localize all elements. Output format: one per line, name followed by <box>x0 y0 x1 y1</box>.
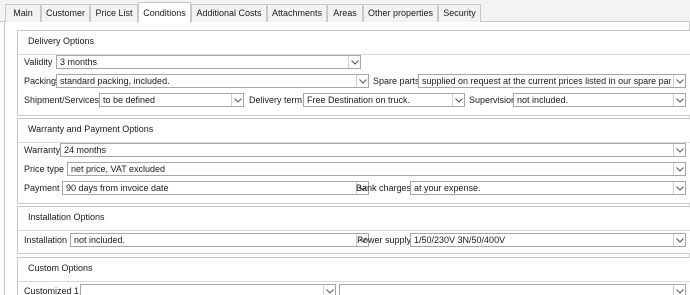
bank-charges-select[interactable]: at your expense. <box>410 181 686 195</box>
supervision-value: not included. <box>517 95 569 105</box>
supervision-select[interactable]: not included. <box>513 93 686 107</box>
payment-value: 90 days from invoice date <box>66 183 169 193</box>
installation-options-title: Installation Options <box>28 212 105 222</box>
installation-label: Installation <box>24 235 68 245</box>
spare-parts-select[interactable]: supplied on request at the current price… <box>418 74 686 88</box>
installation-options-group: Installation Options Installation not in… <box>17 206 690 254</box>
delivery-term-value: Free Destination on truck. <box>307 95 411 105</box>
tab-security[interactable]: Security <box>438 4 481 22</box>
chevron-down-icon[interactable] <box>673 234 685 246</box>
price-type-label: Price type <box>24 164 65 174</box>
customized-1-label: Customized 1 <box>24 286 80 295</box>
warranty-label: Warranty <box>24 145 61 155</box>
tab-additional-costs[interactable]: Additional Costs <box>191 4 267 22</box>
warranty-select[interactable]: 24 months <box>60 143 686 157</box>
power-supply-label: Power supply <box>357 235 412 245</box>
power-supply-select[interactable]: 1/50/230V 3N/50/400V <box>410 233 686 247</box>
group-separator <box>18 281 690 282</box>
delivery-options-title: Delivery Options <box>28 36 95 46</box>
power-supply-value: 1/50/230V 3N/50/400V <box>414 235 506 245</box>
chevron-down-icon[interactable] <box>673 182 685 194</box>
chevron-down-icon[interactable] <box>452 94 464 106</box>
tab-price-list[interactable]: Price List <box>90 4 138 22</box>
shipment-services-value: to be defined <box>103 95 156 105</box>
installation-value: not included. <box>74 235 126 245</box>
custom-options-group: Custom Options Customized 1 <box>17 257 690 295</box>
warranty-payment-group: Warranty and Payment Options Warranty 24… <box>17 118 690 204</box>
tab-customer[interactable]: Customer <box>41 4 90 22</box>
chevron-down-icon[interactable] <box>673 144 685 156</box>
chevron-down-icon[interactable] <box>323 285 335 295</box>
chevron-down-icon[interactable] <box>348 56 360 68</box>
payment-select[interactable]: 90 days from invoice date <box>62 181 369 195</box>
tab-bar: Main Customer Price List Conditions Addi… <box>0 0 690 23</box>
conditions-panel: Delivery Options Validity 3 months Packi… <box>4 22 690 295</box>
delivery-term-label: Delivery term <box>249 95 303 105</box>
tab-other-properties[interactable]: Other properties <box>363 4 438 22</box>
tab-main[interactable]: Main <box>5 4 41 22</box>
shipment-services-select[interactable]: to be defined <box>99 93 244 107</box>
group-separator <box>18 230 690 231</box>
chevron-down-icon[interactable] <box>356 75 368 87</box>
validity-select[interactable]: 3 months <box>56 55 361 69</box>
customized-1-select[interactable] <box>80 284 336 295</box>
customized-1-extra-select[interactable] <box>339 284 686 295</box>
warranty-payment-title: Warranty and Payment Options <box>28 124 154 134</box>
chevron-down-icon[interactable] <box>231 94 243 106</box>
delivery-options-group: Delivery Options Validity 3 months Packi… <box>17 30 690 116</box>
tab-attachments[interactable]: Attachments <box>267 4 327 22</box>
tab-areas[interactable]: Areas <box>327 4 363 22</box>
packing-value: standard packing, included. <box>60 76 170 86</box>
packing-select[interactable]: standard packing, included. <box>56 74 369 88</box>
tab-conditions[interactable]: Conditions <box>138 2 191 23</box>
supervision-label: Supervision <box>469 95 517 105</box>
validity-label: Validity <box>24 57 53 67</box>
bank-charges-value: at your expense. <box>414 183 481 193</box>
delivery-term-select[interactable]: Free Destination on truck. <box>303 93 465 107</box>
validity-value: 3 months <box>60 57 98 67</box>
spare-parts-value: supplied on request at the current price… <box>422 76 671 86</box>
chevron-down-icon[interactable] <box>673 94 685 106</box>
packing-label: Packing <box>24 76 57 86</box>
chevron-down-icon[interactable] <box>673 163 685 175</box>
price-type-value: net price, VAT excluded <box>71 164 166 174</box>
spare-parts-label: Spare parts <box>373 76 420 86</box>
custom-options-title: Custom Options <box>28 263 93 273</box>
warranty-value: 24 months <box>64 145 107 155</box>
price-type-select[interactable]: net price, VAT excluded <box>67 162 686 176</box>
payment-label: Payment <box>24 183 60 193</box>
chevron-down-icon[interactable] <box>673 285 685 295</box>
bank-charges-label: Bank charges <box>356 183 412 193</box>
shipment-services-label: Shipment/Services <box>24 95 100 105</box>
chevron-down-icon[interactable] <box>673 75 685 87</box>
installation-select[interactable]: not included. <box>70 233 369 247</box>
